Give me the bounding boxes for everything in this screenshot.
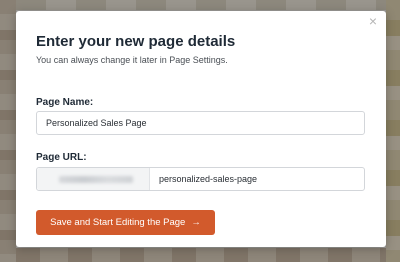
page-name-label: Page Name: [36,97,94,108]
close-icon[interactable]: × [366,14,380,28]
page-url-domain-prefix [37,168,150,190]
new-page-dialog: × Enter your new page details You can al… [16,11,386,247]
dialog-subtitle: You can always change it later in Page S… [36,55,228,65]
save-and-edit-label: Save and Start Editing the Page [50,217,186,228]
arrow-right-icon: → [191,217,201,228]
page-url-field[interactable]: personalized-sales-page [36,167,365,191]
page-url-slug[interactable]: personalized-sales-page [159,168,257,190]
blurred-domain [59,176,133,183]
page-name-input[interactable]: Personalized Sales Page [36,111,365,135]
dialog-title: Enter your new page details [36,33,236,50]
save-and-edit-button[interactable]: Save and Start Editing the Page → [36,210,215,235]
page-url-label: Page URL: [36,152,87,163]
page-name-value: Personalized Sales Page [46,118,147,128]
